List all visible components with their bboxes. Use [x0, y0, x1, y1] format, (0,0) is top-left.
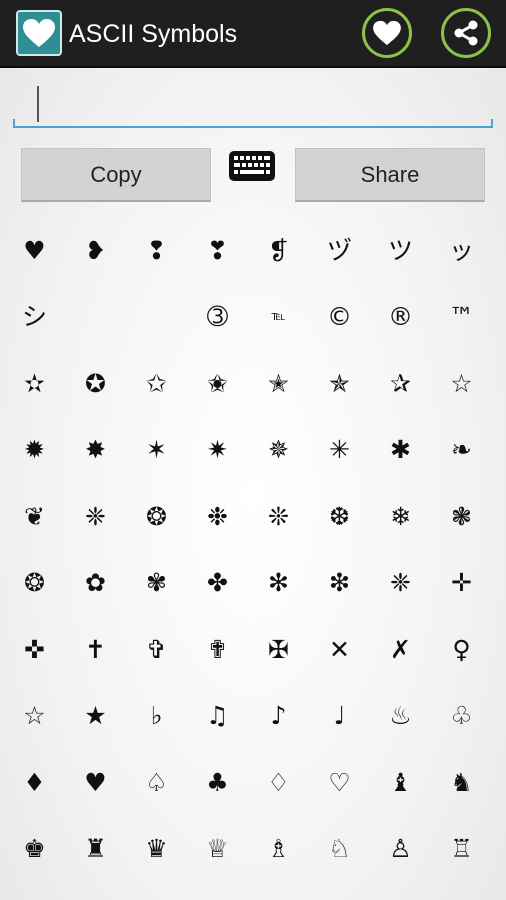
symbol-cell[interactable]: ♚	[4, 816, 65, 883]
symbol-cell[interactable]: ❆	[309, 483, 370, 550]
symbol-cell[interactable]: ❈	[65, 483, 126, 550]
symbol-cell[interactable]: ✯	[309, 350, 370, 417]
symbol-cell[interactable]: ❂	[126, 483, 187, 550]
symbol-cell[interactable]: ✕	[309, 616, 370, 683]
symbol-cell[interactable]: ❇	[309, 550, 370, 617]
symbol-cell[interactable]: ✠	[248, 616, 309, 683]
symbol-cell[interactable]: ♫	[187, 683, 248, 750]
symbol-cell[interactable]: ✗	[370, 616, 431, 683]
text-caret	[37, 86, 39, 122]
symbol-cell[interactable]: ッ	[431, 217, 492, 284]
symbol-cell[interactable]: ❊	[248, 483, 309, 550]
symbol-grid: ♥ ❥ ❢ ❣ ❡ ヅツッシ ➂ ℡ © ® ™ ✫ ✪ ✩ ✬ ✭ ✯ ✰ ☆ ✹ ✸ ✶ ✷ ✵ ✳ ✱ ❧ ❦ ❈ ❂ ❉ ❊ ❆ ❄ ❃ ❂ ✿…	[0, 217, 506, 882]
favorite-button[interactable]	[362, 8, 412, 58]
keyboard-button[interactable]	[228, 150, 278, 184]
symbol-cell[interactable]: ✫	[4, 350, 65, 417]
symbol-cell[interactable]: ✛	[431, 550, 492, 617]
symbol-cell[interactable]: ✹	[4, 417, 65, 484]
symbol-cell[interactable]: ✸	[65, 417, 126, 484]
share-icon	[454, 20, 478, 46]
symbol-cell[interactable]: ♗	[248, 816, 309, 883]
symbol-cell[interactable]: ❣	[187, 217, 248, 284]
symbol-cell[interactable]: ®	[370, 284, 431, 351]
symbol-cell[interactable]: ✞	[126, 616, 187, 683]
symbol-cell[interactable]: ✵	[248, 417, 309, 484]
symbol-cell[interactable]: ♦	[4, 749, 65, 816]
symbol-cell[interactable]: ♘	[309, 816, 370, 883]
symbol-cell[interactable]: ♧	[431, 683, 492, 750]
symbol-cell[interactable]: ©	[309, 284, 370, 351]
symbol-cell[interactable]: ❈	[370, 550, 431, 617]
symbol-cell[interactable]: ♢	[248, 749, 309, 816]
symbol-cell[interactable]: ヅ	[309, 217, 370, 284]
symbol-cell[interactable]: ✝	[65, 616, 126, 683]
symbol-cell[interactable]: ♝	[370, 749, 431, 816]
symbol-cell[interactable]: ✩	[126, 350, 187, 417]
symbol-cell[interactable]: ℡	[248, 284, 309, 351]
symbol-cell[interactable]: ❂	[4, 550, 65, 617]
symbol-cell[interactable]: ✿	[65, 550, 126, 617]
symbol-cell[interactable]: ✟	[187, 616, 248, 683]
symbol-cell[interactable]: ✷	[187, 417, 248, 484]
app-title: ASCII Symbols	[69, 20, 238, 48]
symbol-cell[interactable]: ❦	[4, 483, 65, 550]
symbol-cell[interactable]: ✬	[187, 350, 248, 417]
symbol-cell[interactable]: ❉	[187, 483, 248, 550]
symbol-cell[interactable]: ♡	[309, 749, 370, 816]
symbol-cell[interactable]: ✤	[187, 550, 248, 617]
symbol-cell[interactable]: ✳	[309, 417, 370, 484]
symbol-cell[interactable]: ✻	[248, 550, 309, 617]
symbol-cell[interactable]: ♜	[65, 816, 126, 883]
symbol-cell[interactable]: ♞	[431, 749, 492, 816]
keyboard-icon	[229, 151, 275, 181]
heart-icon	[373, 20, 401, 46]
symbol-cell[interactable]: ♖	[431, 816, 492, 883]
action-bar: ASCII Symbols	[0, 0, 506, 68]
symbol-cell[interactable]	[126, 284, 187, 351]
symbol-cell[interactable]: ♪	[248, 683, 309, 750]
symbol-cell[interactable]: ☆	[431, 350, 492, 417]
symbol-cell[interactable]: ❡	[248, 217, 309, 284]
symbol-cell[interactable]: ❥	[65, 217, 126, 284]
symbol-cell[interactable]: ✰	[370, 350, 431, 417]
symbol-cell[interactable]: ★	[65, 683, 126, 750]
symbol-cell[interactable]: ♀	[431, 616, 492, 683]
symbol-cell[interactable]: ☆	[4, 683, 65, 750]
share-action-button[interactable]	[441, 8, 491, 58]
symbol-text-field[interactable]	[13, 82, 493, 128]
symbol-cell[interactable]: ✾	[126, 550, 187, 617]
symbol-cell[interactable]: ♣	[187, 749, 248, 816]
symbol-cell[interactable]: ❢	[126, 217, 187, 284]
symbol-cell[interactable]	[65, 284, 126, 351]
symbol-cell[interactable]: ✱	[370, 417, 431, 484]
symbol-cell[interactable]: ♥	[65, 749, 126, 816]
symbol-cell[interactable]: ♛	[126, 816, 187, 883]
symbol-cell[interactable]: ❄	[370, 483, 431, 550]
symbol-cell[interactable]: シ	[4, 284, 65, 351]
symbol-cell[interactable]: ♥	[4, 217, 65, 284]
share-button[interactable]: Share	[295, 148, 485, 202]
symbol-input[interactable]	[13, 82, 493, 126]
symbol-cell[interactable]: ✶	[126, 417, 187, 484]
symbol-cell[interactable]: ❃	[431, 483, 492, 550]
symbol-cell[interactable]: ™	[431, 284, 492, 351]
symbol-cell[interactable]: ♨	[370, 683, 431, 750]
symbol-cell[interactable]: ♙	[370, 816, 431, 883]
copy-button[interactable]: Copy	[21, 148, 211, 202]
symbol-cell[interactable]: ❧	[431, 417, 492, 484]
symbol-cell[interactable]: ♩	[309, 683, 370, 750]
symbol-cell[interactable]: ツ	[370, 217, 431, 284]
symbol-cell[interactable]: ♤	[126, 749, 187, 816]
symbol-cell[interactable]: ➂	[187, 284, 248, 351]
app-heart-icon	[16, 10, 62, 56]
symbol-cell[interactable]: ♭	[126, 683, 187, 750]
symbol-cell[interactable]: ✜	[4, 616, 65, 683]
symbol-cell[interactable]: ♕	[187, 816, 248, 883]
symbol-cell[interactable]: ✪	[65, 350, 126, 417]
symbol-cell[interactable]: ✭	[248, 350, 309, 417]
